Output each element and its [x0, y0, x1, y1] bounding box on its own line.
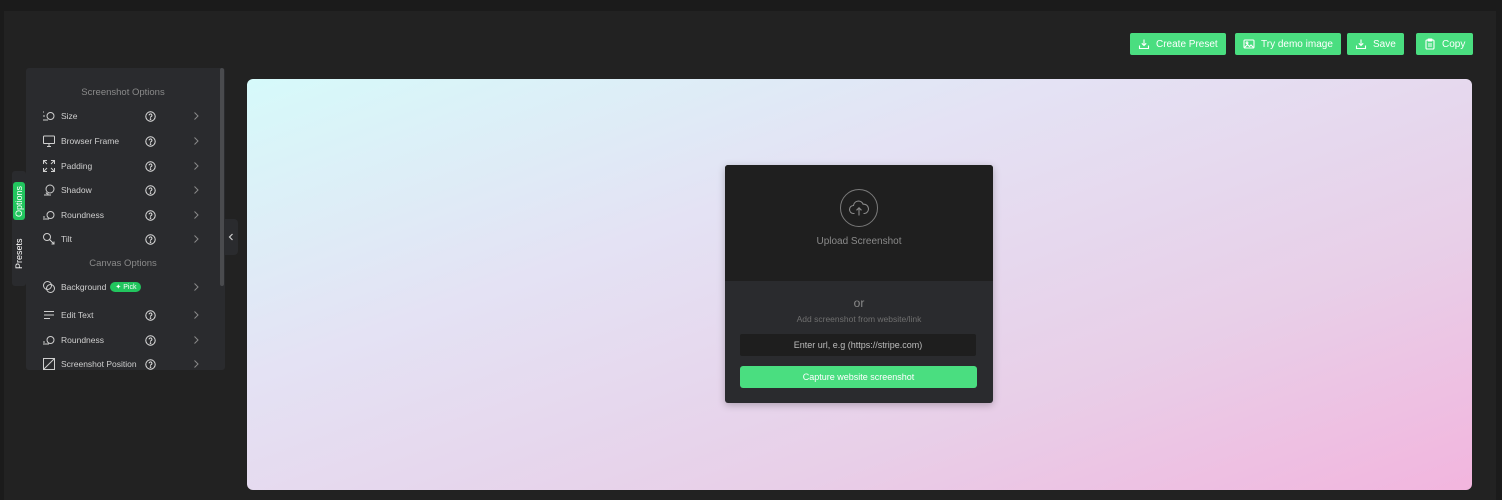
- copy-label: Copy: [1442, 38, 1466, 50]
- capture-screenshot-button[interactable]: Capture website screenshot: [740, 366, 977, 388]
- save-label: Save: [1373, 38, 1396, 50]
- upload-card: Upload Screenshot or Add screenshot from…: [725, 165, 993, 403]
- help-icon[interactable]: [145, 110, 156, 122]
- screenshot-options-title: Screenshot Options: [81, 87, 165, 98]
- chevron-right-icon: [194, 211, 199, 219]
- help-icon[interactable]: [145, 209, 156, 221]
- copy-button[interactable]: Copy: [1416, 33, 1474, 55]
- chevron-right-icon: [194, 336, 199, 344]
- help-icon[interactable]: [145, 184, 156, 196]
- canvas: Upload Screenshot or Add screenshot from…: [247, 79, 1472, 490]
- side-tabs: Options Presets: [12, 171, 26, 286]
- shadow-icon: [44, 184, 55, 196]
- chevron-right-icon: [194, 186, 199, 194]
- add-from-link-text: Add screenshot from website/link: [796, 314, 922, 324]
- try-demo-label: Try demo image: [1261, 38, 1333, 50]
- help-icon[interactable]: [145, 233, 156, 245]
- create-preset-label: Create Preset: [1156, 38, 1218, 50]
- monitor-icon: [43, 135, 55, 147]
- help-icon[interactable]: [145, 135, 156, 147]
- option-edit-text[interactable]: Edit Text: [42, 306, 202, 324]
- tab-options-label: Options: [14, 185, 24, 217]
- chevron-right-icon: [194, 235, 199, 243]
- option-size-label: Size: [61, 111, 78, 121]
- position-icon: [43, 358, 55, 370]
- help-icon[interactable]: [145, 309, 156, 321]
- chevron-right-icon: [194, 112, 199, 120]
- clipboard-icon: [1425, 38, 1435, 50]
- app-shell: Create Preset Try demo image Save Copy O…: [4, 11, 1496, 500]
- image-icon: [1243, 39, 1255, 49]
- download-icon: [1138, 39, 1150, 50]
- tab-presets-label: Presets: [14, 238, 24, 270]
- chevron-right-icon: [194, 360, 199, 368]
- option-tilt[interactable]: Tilt: [42, 230, 202, 248]
- option-edit-text-label: Edit Text: [61, 310, 94, 320]
- option-browser-frame[interactable]: Browser Frame: [42, 132, 202, 150]
- options-panel: Screenshot Options Size Browser Frame Pa…: [26, 68, 225, 370]
- option-background-label: Background: [61, 282, 107, 292]
- background-icon: [43, 281, 55, 293]
- upload-cloud-icon: [840, 189, 878, 227]
- chevron-left-icon: [228, 233, 233, 241]
- tilt-icon: [43, 233, 55, 245]
- chevron-right-icon: [194, 311, 199, 319]
- option-canvas-roundness[interactable]: Roundness: [42, 331, 202, 349]
- help-icon[interactable]: [145, 334, 156, 346]
- option-size[interactable]: Size: [42, 107, 202, 125]
- option-roundness[interactable]: Roundness: [42, 206, 202, 224]
- expand-icon: [43, 160, 55, 172]
- url-input[interactable]: [740, 334, 976, 356]
- help-icon[interactable]: [145, 358, 156, 370]
- option-canvas-roundness-label: Roundness: [61, 335, 105, 345]
- chevron-right-icon: [194, 283, 199, 291]
- option-roundness-label: Roundness: [61, 210, 105, 220]
- size-icon: [43, 111, 55, 121]
- text-lines-icon: [44, 311, 54, 319]
- tab-presets[interactable]: Presets: [13, 235, 25, 273]
- option-shadow-label: Shadow: [61, 185, 92, 195]
- canvas-options-title: Canvas Options: [89, 258, 157, 269]
- roundness-icon: [43, 336, 55, 345]
- chevron-right-icon: [194, 137, 199, 145]
- tab-options[interactable]: Options: [13, 182, 25, 220]
- option-screenshot-position[interactable]: Screenshot Position: [42, 355, 202, 370]
- pick-badge-label: Pick: [123, 283, 137, 291]
- option-padding-label: Padding: [61, 161, 93, 171]
- sparkle-icon: ✦: [115, 284, 122, 291]
- collapse-panel-button[interactable]: [224, 219, 238, 255]
- try-demo-image-button[interactable]: Try demo image: [1235, 33, 1341, 55]
- create-preset-button[interactable]: Create Preset: [1130, 33, 1226, 55]
- option-shadow[interactable]: Shadow: [42, 181, 202, 199]
- option-background[interactable]: Background ✦ Pick: [42, 278, 202, 296]
- or-divider: or: [853, 296, 865, 310]
- upload-dropzone[interactable]: Upload Screenshot: [725, 165, 993, 281]
- roundness-icon: [43, 211, 55, 220]
- help-icon[interactable]: [145, 160, 156, 172]
- download-icon: [1355, 39, 1367, 50]
- pick-badge[interactable]: ✦ Pick: [110, 282, 142, 292]
- chevron-right-icon: [194, 162, 199, 170]
- option-browser-frame-label: Browser Frame: [61, 136, 120, 146]
- option-tilt-label: Tilt: [61, 234, 73, 244]
- option-padding[interactable]: Padding: [42, 157, 202, 175]
- upload-label: Upload Screenshot: [816, 236, 902, 247]
- save-button[interactable]: Save: [1347, 33, 1404, 55]
- option-screenshot-position-label: Screenshot Position: [61, 359, 137, 369]
- capture-label: Capture website screenshot: [802, 372, 915, 382]
